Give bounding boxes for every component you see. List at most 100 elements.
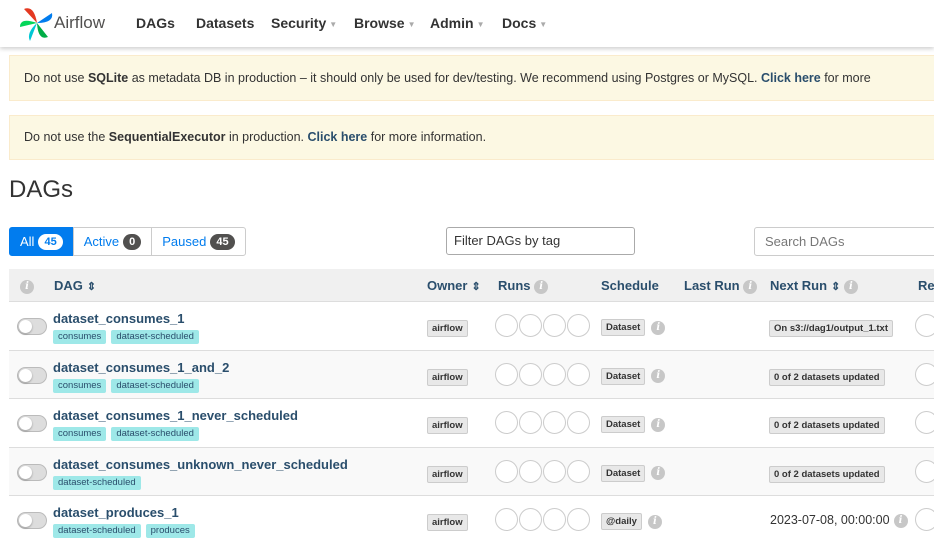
info-icon[interactable]: i [651,466,666,481]
sqlite-warning-alert: Do not use SQLite as metadata DB in prod… [9,55,934,129]
run-status-circle[interactable] [543,362,566,386]
tag-chip[interactable]: dataset-scheduled [53,524,141,539]
run-status-circle[interactable] [567,362,590,386]
recent-task-circle[interactable] [915,459,934,483]
sort-icon[interactable]: ⇕ [87,280,96,293]
header-info-icon: i [20,278,34,294]
next-run-label[interactable]: 0 of 2 datasets updated [769,417,885,435]
filter-paused-button[interactable]: Paused 45 [151,227,246,256]
search-dags-input[interactable]: Search DAGs [754,227,934,256]
next-run-label[interactable]: 0 of 2 datasets updated [769,368,885,386]
nav-datasets[interactable]: Datasets [196,15,254,31]
dag-link[interactable]: dataset_produces_1 [53,505,179,520]
pause-toggle[interactable] [17,366,47,384]
owner-label[interactable]: airflow [427,320,468,337]
alert-click-here-link[interactable]: Click here [761,71,821,85]
info-icon[interactable]: i [651,417,666,432]
run-status-circle[interactable] [567,459,590,483]
next-run-label[interactable]: On s3://dag1/output_1.txt [769,320,894,337]
filter-active-button[interactable]: Active 0 [72,227,153,256]
dag-link[interactable]: dataset_consumes_1 [53,311,185,326]
schedule-label[interactable]: Dataset [601,367,646,385]
next-run-label[interactable]: 0 of 2 datasets updated [769,465,885,483]
info-icon[interactable]: i [647,514,662,529]
nav-admin[interactable]: Admin ▼ [430,15,484,31]
run-status-circles [495,508,590,532]
run-status-circle[interactable] [495,411,518,435]
nav-docs[interactable]: Docs ▼ [502,15,547,31]
dag-link[interactable]: dataset_consumes_1_never_scheduled [53,408,298,423]
tag-chip[interactable]: dataset-scheduled [111,330,199,344]
alert-click-here-link[interactable]: Click here [307,130,367,144]
count-badge: 45 [210,233,235,250]
recent-task-circle[interactable] [915,508,934,532]
tag-chip[interactable]: consumes [53,378,107,393]
dags-table: i DAG ⇕ Owner ⇕ Runs i Schedule Last Run i… [9,269,934,544]
brand-name[interactable]: Airflow [54,13,105,33]
info-icon[interactable]: i [651,320,666,335]
chevron-down-icon: ▼ [329,19,338,29]
run-status-circle[interactable] [567,508,590,532]
run-status-circle[interactable] [519,314,542,337]
schedule-label[interactable]: Dataset [601,416,646,434]
info-icon[interactable]: i [893,514,908,529]
recent-task-circle[interactable] [915,314,934,337]
run-status-circles [495,362,590,386]
run-status-circle[interactable] [519,362,542,386]
nav-browse[interactable]: Browse ▼ [354,15,416,31]
run-status-circle[interactable] [495,314,518,337]
table-row: dataset_produces_1 dataset-scheduled prod… [9,495,934,544]
run-status-circle[interactable] [567,314,590,337]
header-last-run: Last Run i [684,278,758,294]
pause-toggle[interactable] [17,415,47,433]
run-status-circle[interactable] [495,508,518,532]
tag-chip[interactable]: produces [145,524,195,539]
header-owner[interactable]: Owner ⇕ [427,278,481,293]
pause-toggle[interactable] [17,463,47,481]
run-status-circle[interactable] [543,508,566,532]
nav-security[interactable]: Security ▼ [271,15,337,31]
run-status-circle[interactable] [519,459,542,483]
pause-toggle[interactable] [17,318,47,335]
nav-dags[interactable]: DAGs [136,15,175,31]
tag-chip[interactable]: consumes [53,427,107,442]
schedule-label[interactable]: @daily [601,513,642,531]
tag-chip[interactable]: consumes [53,330,107,344]
tag-chip[interactable]: dataset-scheduled [53,475,141,490]
run-status-circle[interactable] [543,314,566,337]
recent-task-circle[interactable] [915,411,934,435]
schedule-label[interactable]: Dataset [601,319,646,336]
dag-link[interactable]: dataset_consumes_1_and_2 [53,360,229,375]
run-status-circle[interactable] [519,508,542,532]
dag-link[interactable]: dataset_consumes_unknown_never_scheduled [53,457,348,472]
airflow-logo-icon[interactable] [16,3,58,43]
run-status-circle[interactable] [543,411,566,435]
run-status-circle[interactable] [495,459,518,483]
run-status-circle[interactable] [543,459,566,483]
schedule-label[interactable]: Dataset [601,464,646,482]
owner-label[interactable]: airflow [427,514,468,532]
table-row: dataset_consumes_unknown_never_scheduled… [9,446,934,496]
run-status-circle[interactable] [519,411,542,435]
filter-all-button[interactable]: All 45 [9,227,74,256]
run-status-circle[interactable] [567,411,590,435]
sort-icon[interactable]: ⇕ [471,280,480,293]
owner-label[interactable]: airflow [427,417,468,435]
run-status-circle[interactable] [495,362,518,386]
recent-task-circle[interactable] [915,362,934,386]
owner-label[interactable]: airflow [427,465,468,483]
next-run-text: 2023-07-08, 00:00:00 i [770,513,908,529]
pause-toggle[interactable] [17,512,47,530]
header-next-run[interactable]: Next Run ⇕ i [770,278,858,294]
tag-chip[interactable]: dataset-scheduled [111,378,199,393]
tag-chip[interactable]: dataset-scheduled [111,427,199,442]
header-schedule: Schedule [601,278,659,293]
tag-filter-input[interactable]: Filter DAGs by tag [446,227,635,255]
header-dag[interactable]: DAG ⇕ [54,278,96,293]
owner-label[interactable]: airflow [427,368,468,386]
info-icon[interactable]: i [534,279,549,294]
info-icon[interactable]: i [651,369,666,384]
sort-icon[interactable]: ⇕ [831,280,840,293]
info-icon[interactable]: i [843,279,858,294]
info-icon[interactable]: i [743,279,758,294]
